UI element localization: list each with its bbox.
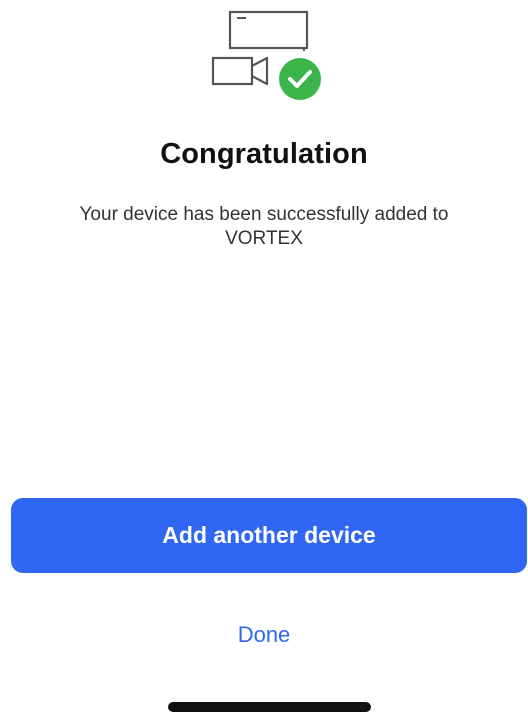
home-indicator	[168, 702, 371, 712]
done-button[interactable]: Done	[189, 614, 339, 656]
add-another-device-button[interactable]: Add another device	[11, 498, 527, 573]
device-added-illustration	[208, 6, 332, 106]
success-message: Your device has been successfully added …	[79, 204, 449, 249]
page-title: Congratulation	[160, 138, 368, 170]
device-added-success-icon	[211, 10, 321, 100]
checkmark-icon	[279, 58, 321, 100]
camera-icon	[211, 56, 269, 86]
monitor-icon	[228, 10, 309, 51]
